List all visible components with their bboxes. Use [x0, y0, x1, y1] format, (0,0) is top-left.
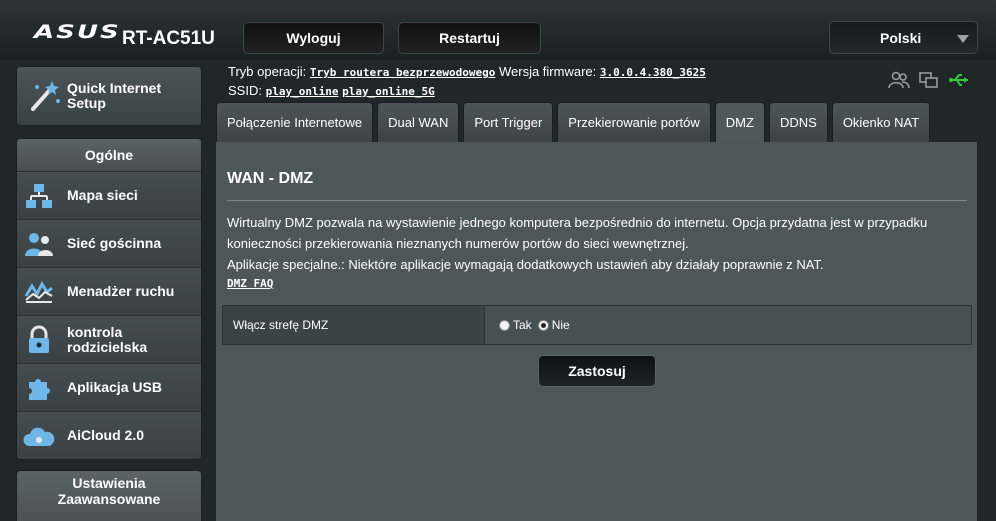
general-menu-heading: Ogólne	[17, 139, 201, 171]
dmz-settings-table: Włącz strefę DMZ Tak Nie	[222, 305, 972, 345]
quick-internet-setup-button[interactable]: Quick Internet Setup	[16, 66, 202, 126]
tab-internet-connection[interactable]: Połączenie Internetowe	[216, 102, 374, 142]
operation-mode-link[interactable]: Tryb routera bezprzewodowego	[310, 66, 495, 79]
sidebar-item-label: Aplikacja USB	[67, 379, 162, 395]
clients-icon[interactable]	[888, 70, 910, 90]
operation-mode-label: Tryb operacji:	[228, 64, 307, 79]
advanced-settings-label: Ustawienia Zaawansowane	[57, 475, 161, 507]
sidebar-item-parental-control[interactable]: kontrola rodzicielska	[17, 315, 201, 363]
magic-wand-icon	[31, 81, 60, 111]
aicloud-icon	[23, 427, 55, 446]
dmz-no-label: Nie	[551, 318, 570, 332]
enable-dmz-options: Tak Nie	[485, 306, 971, 344]
tab-dmz[interactable]: DMZ	[714, 102, 765, 142]
guest-network-icon	[25, 232, 53, 256]
apply-button[interactable]: Zastosuj	[538, 355, 656, 387]
sidebar-item-traffic-manager[interactable]: Menadżer ruchu	[17, 267, 201, 315]
tab-ddns[interactable]: DDNS	[768, 102, 828, 142]
dmz-yes-radio[interactable]	[499, 319, 510, 331]
ssid-link-2[interactable]: play_online_5G	[342, 85, 435, 98]
usb-app-puzzle-icon	[29, 378, 50, 400]
ssid-link-1[interactable]: play_online	[266, 85, 339, 98]
tab-dual-wan[interactable]: Dual WAN	[377, 102, 460, 142]
sidebar-item-network-map[interactable]: Mapa sieci	[17, 171, 201, 219]
sidebar-item-label: Mapa sieci	[67, 187, 138, 203]
asus-logo: ASUS	[34, 22, 121, 43]
sidebar-item-guest-network[interactable]: Sieć gościnna	[17, 219, 201, 267]
sidebar-item-label: Sieć gościnna	[67, 235, 162, 251]
dmz-no-radio[interactable]	[537, 319, 549, 331]
dmz-yes-option[interactable]: Tak	[499, 318, 532, 332]
network-map-icon	[26, 183, 52, 208]
parental-control-lock-icon	[29, 325, 49, 353]
chevron-down-icon	[957, 35, 969, 43]
usb-icon[interactable]	[948, 70, 970, 90]
quick-internet-setup-label: Quick Internet Setup	[67, 80, 162, 111]
description-paragraph-1: Wirtualny DMZ pozwala na wystawienie jed…	[227, 215, 928, 251]
traffic-manager-icon	[24, 280, 53, 303]
sidebar-item-aicloud[interactable]: AiCloud 2.0	[17, 411, 201, 459]
ssid-label: SSID:	[228, 83, 262, 98]
status-icons	[888, 70, 970, 90]
top-header: ASUS RT-AC51U Wyloguj Restartuj Polski	[0, 0, 996, 60]
description-paragraph-2: Aplikacje specjalne.: Niektóre aplikacje…	[227, 257, 824, 272]
network-status-icon[interactable]	[918, 70, 940, 90]
language-value: Polski	[880, 30, 922, 46]
title-divider	[227, 200, 967, 201]
language-select[interactable]: Polski	[829, 21, 978, 54]
dmz-description: Wirtualny DMZ pozwala na wystawienie jed…	[227, 212, 972, 275]
tab-bar: Połączenie Internetowe Dual WAN Port Tri…	[216, 102, 931, 142]
restart-button[interactable]: Restartuj	[398, 22, 541, 54]
advanced-settings-heading: Ustawienia Zaawansowane	[16, 470, 202, 521]
dmz-no-option[interactable]: Nie	[537, 318, 570, 332]
status-info: Tryb operacji: Tryb routera bezprzewodow…	[228, 63, 706, 101]
page-title: WAN - DMZ	[227, 170, 314, 187]
content-panel: WAN - DMZ Wirtualny DMZ pozwala na wysta…	[216, 142, 977, 521]
dmz-faq-link[interactable]: DMZ FAQ	[227, 277, 273, 290]
tab-nat-passthrough[interactable]: Okienko NAT	[831, 102, 931, 142]
firmware-link[interactable]: 3.0.0.4.380_3625	[600, 66, 706, 79]
sidebar-item-label: Menadżer ruchu	[67, 283, 175, 299]
dmz-yes-label: Tak	[513, 318, 532, 332]
logout-button[interactable]: Wyloguj	[243, 22, 384, 54]
firmware-label: Wersja firmware:	[498, 64, 597, 79]
router-model: RT-AC51U	[122, 28, 215, 49]
sidebar-item-label: AiCloud 2.0	[67, 427, 145, 443]
general-menu: Ogólne Mapa sieci Sieć gościnna Menadżer…	[16, 138, 202, 460]
tab-port-trigger[interactable]: Port Trigger	[463, 102, 554, 142]
sidebar-item-usb-application[interactable]: Aplikacja USB	[17, 363, 201, 411]
enable-dmz-label: Włącz strefę DMZ	[223, 306, 485, 344]
sidebar-item-label: kontrola rodzicielska	[67, 323, 148, 355]
tab-port-forwarding[interactable]: Przekierowanie portów	[557, 102, 711, 142]
